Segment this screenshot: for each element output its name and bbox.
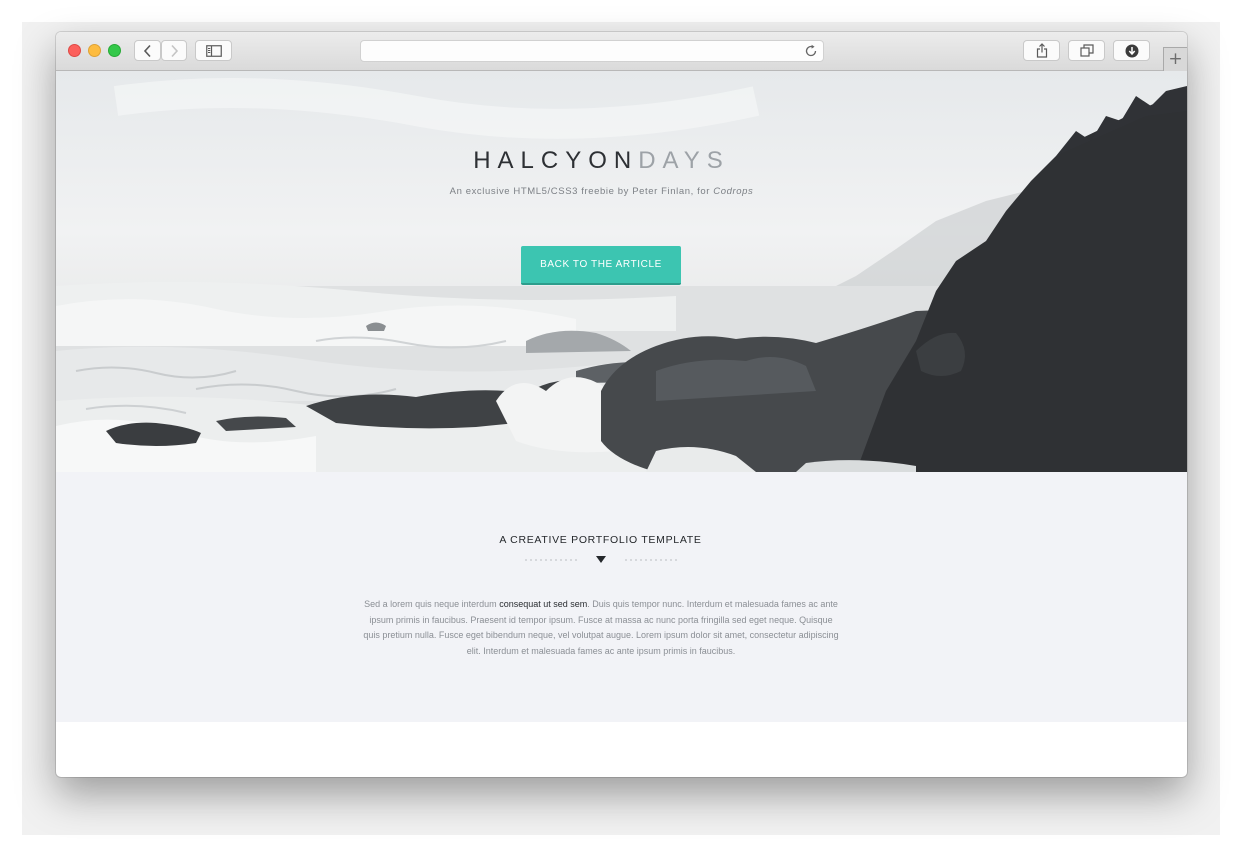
- downloads-icon: [1125, 44, 1138, 57]
- hero-subtitle: An exclusive HTML5/CSS3 freebie by Peter…: [56, 186, 1147, 197]
- back-button[interactable]: [134, 40, 161, 61]
- minimize-window-button[interactable]: [88, 44, 101, 57]
- tabs-icon: [1079, 44, 1094, 57]
- back-icon: [143, 44, 151, 57]
- paragraph-start: Sed a lorem quis neque interdum: [364, 599, 500, 609]
- codrops-link[interactable]: Codrops: [713, 186, 753, 197]
- new-tab-icon: +: [1168, 49, 1183, 69]
- reload-icon[interactable]: [804, 44, 818, 58]
- triangle-down-icon: [596, 556, 606, 563]
- intro-paragraph: Sed a lorem quis neque interdum consequa…: [361, 597, 841, 659]
- content-section: A CREATIVE PORTFOLIO TEMPLATE Sed a lore…: [56, 472, 1187, 722]
- downloads-button[interactable]: [1113, 40, 1150, 61]
- browser-toolbar: +: [56, 32, 1187, 71]
- hero-section: HALCYONDAYS An exclusive HTML5/CSS3 free…: [56, 71, 1187, 472]
- new-tab-button[interactable]: +: [1163, 47, 1187, 71]
- share-button[interactable]: [1023, 40, 1060, 61]
- sidebar-button[interactable]: [195, 40, 232, 61]
- tabs-overview-button[interactable]: [1068, 40, 1105, 61]
- hero-title: HALCYONDAYS: [56, 147, 1147, 175]
- sidebar-icon: [205, 44, 222, 57]
- address-bar[interactable]: [360, 40, 824, 62]
- section-heading: A CREATIVE PORTFOLIO TEMPLATE: [499, 534, 702, 546]
- hero-subtitle-text: An exclusive HTML5/CSS3 freebie by Peter…: [449, 186, 714, 197]
- paragraph-emphasis: consequat ut sed sem: [499, 599, 588, 609]
- zoom-window-button[interactable]: [108, 44, 121, 57]
- share-icon: [1036, 43, 1047, 58]
- hero-title-word-1: HALCYON: [473, 147, 639, 174]
- forward-button[interactable]: [161, 40, 187, 61]
- browser-window: + HALCYONDAYS An exclusive HTML5/CSS3 fr…: [56, 32, 1187, 777]
- close-window-button[interactable]: [68, 44, 81, 57]
- back-to-article-button[interactable]: BACK TO THE ARTICLE: [521, 246, 681, 285]
- heading-divider: [525, 556, 677, 563]
- hero-title-word-2: DAYS: [638, 147, 730, 174]
- forward-icon: [171, 44, 179, 57]
